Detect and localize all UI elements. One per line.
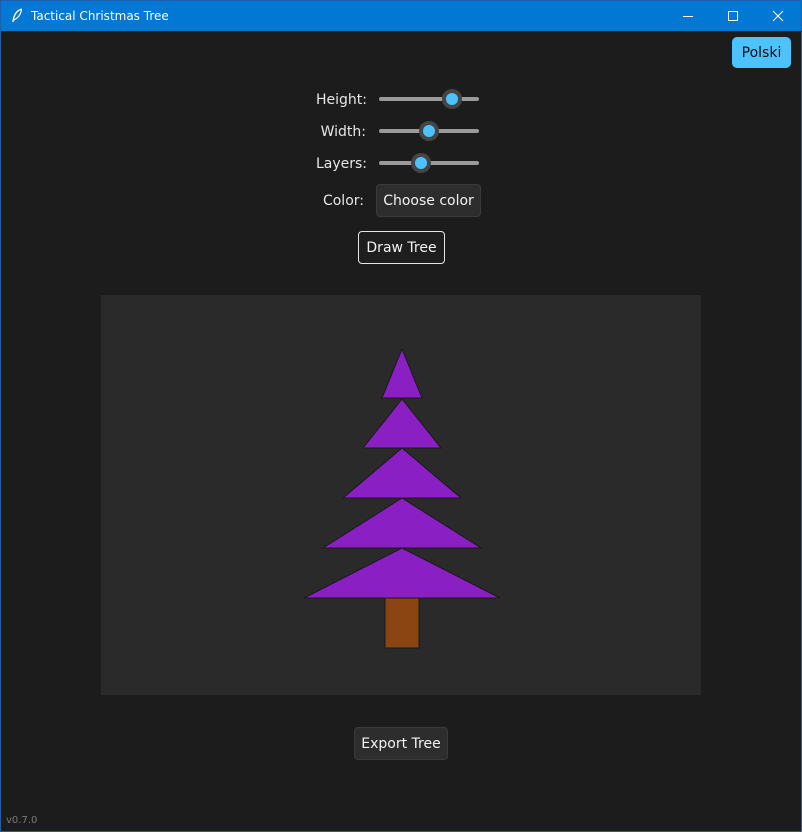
height-label: Height: [316,92,367,108]
tree-layer-3 [341,447,463,499]
tree-layer-2 [361,398,443,449]
language-button[interactable]: Polski [732,37,791,68]
layers-label: Layers: [315,156,367,172]
app-window: Tactical Christmas Tree Polski Height: W… [0,0,802,832]
minimize-icon [683,16,693,17]
maximize-icon [728,11,738,21]
close-button[interactable] [755,1,801,31]
color-label: Color: [322,193,364,209]
width-label: Width: [320,124,366,140]
version-label: v0.7.0 [6,815,38,826]
height-slider-track [379,97,479,101]
window-title: Tactical Christmas Tree [31,9,169,23]
tree-trunk [384,597,420,649]
tree-layer-4 [321,497,483,549]
close-icon [772,10,784,22]
tree-canvas [101,295,701,695]
title-bar[interactable]: Tactical Christmas Tree [1,1,801,31]
tree-layer-1 [381,347,423,399]
width-slider-thumb[interactable] [419,121,439,141]
maximize-button[interactable] [710,1,756,31]
export-tree-button[interactable]: Export Tree [354,727,448,760]
choose-color-button[interactable]: Choose color [376,184,481,217]
feather-icon [12,8,23,23]
layers-slider[interactable] [379,151,479,175]
layers-slider-thumb[interactable] [411,153,431,173]
width-slider[interactable] [379,119,479,143]
draw-tree-button[interactable]: Draw Tree [358,231,445,264]
tree-drawing [303,347,501,649]
height-slider[interactable] [379,87,479,111]
tree-layer-5 [303,547,501,599]
minimize-button[interactable] [665,1,711,31]
height-slider-thumb[interactable] [442,89,462,109]
